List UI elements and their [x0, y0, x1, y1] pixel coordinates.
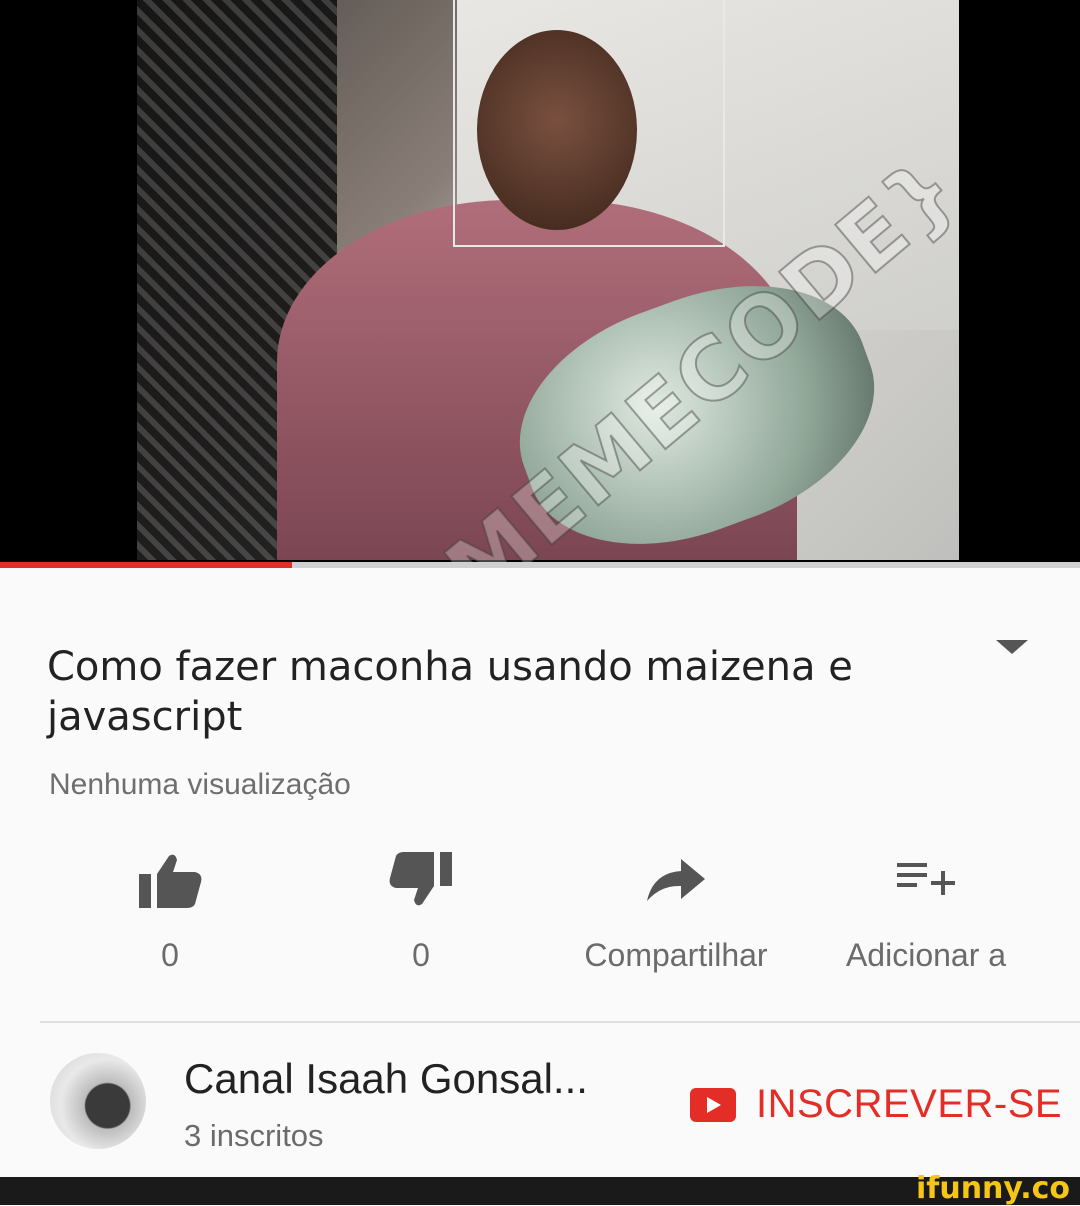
divider [40, 1021, 1080, 1023]
share-label: Compartilhar [584, 937, 768, 973]
channel-name[interactable]: Canal Isaah Gonsal... [184, 1055, 588, 1103]
video-player[interactable]: {MEMECODE} [0, 0, 1080, 565]
progress-bar[interactable] [0, 562, 1080, 568]
video-title: Como fazer maconha usando maizena e java… [47, 644, 853, 740]
add-to-button[interactable]: Adicionar a [826, 845, 1026, 974]
playlist-add-icon [826, 845, 1026, 915]
dislike-button[interactable]: 0 [321, 845, 521, 974]
like-button[interactable]: 0 [70, 845, 270, 974]
dislike-count: 0 [412, 937, 430, 973]
subscriber-count: 3 inscritos [184, 1118, 324, 1153]
face-detection-box [453, 0, 725, 247]
like-count: 0 [161, 937, 179, 973]
subscribe-button[interactable]: INSCREVER-SE [690, 1082, 1062, 1127]
youtube-logo-icon [690, 1087, 736, 1122]
view-count: Nenhuma visualização [49, 768, 351, 801]
thumbs-up-icon [70, 845, 270, 915]
share-button[interactable]: Compartilhar [576, 845, 776, 974]
share-arrow-icon [576, 845, 776, 915]
add-to-label: Adicionar a [845, 937, 1007, 973]
expand-description-icon[interactable] [996, 640, 1028, 654]
footer-bar: ifunny.co [0, 1171, 1080, 1206]
subscribe-label: INSCREVER-SE [756, 1082, 1063, 1126]
thumbs-down-icon [321, 845, 521, 915]
progress-fill [0, 562, 292, 568]
channel-avatar[interactable] [50, 1053, 146, 1149]
ifunny-logo: ifunny.co [916, 1171, 1070, 1206]
